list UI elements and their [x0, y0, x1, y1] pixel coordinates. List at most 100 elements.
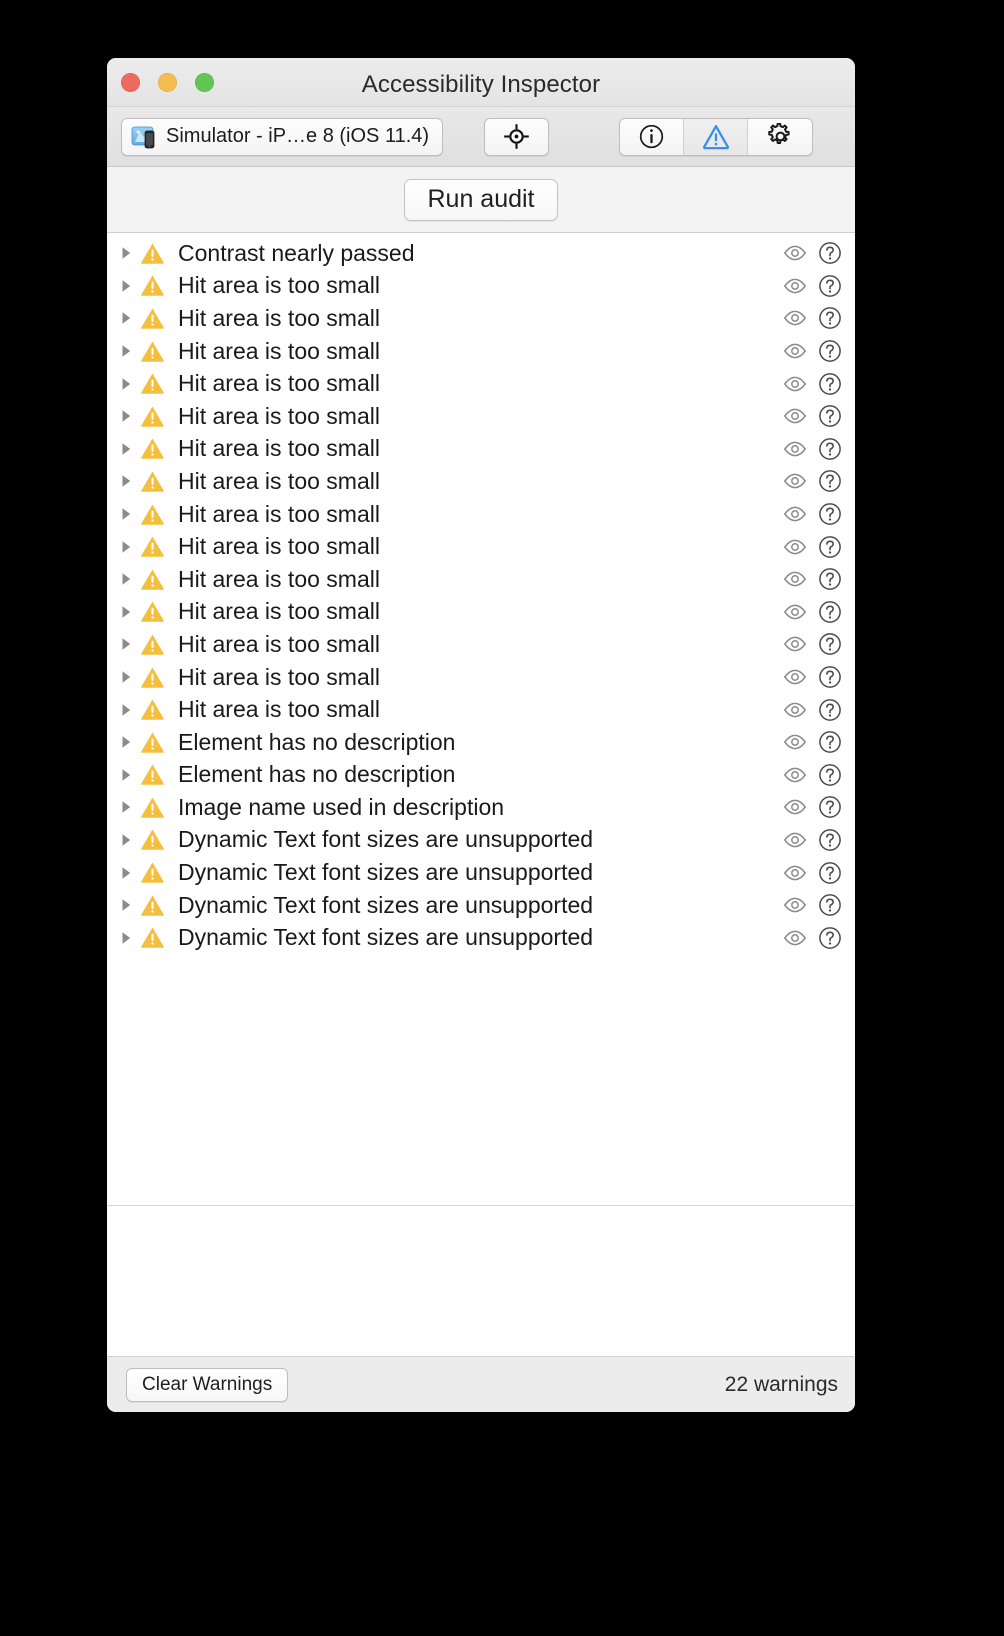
eye-icon[interactable] — [783, 698, 807, 722]
question-mark-circle-icon[interactable] — [818, 632, 842, 656]
eye-icon[interactable] — [783, 730, 807, 754]
warning-row[interactable]: Dynamic Text font sizes are unsupported — [107, 889, 855, 922]
disclosure-triangle-icon[interactable] — [116, 634, 136, 654]
tab-settings[interactable] — [748, 119, 812, 155]
disclosure-triangle-icon[interactable] — [116, 732, 136, 752]
eye-icon[interactable] — [783, 763, 807, 787]
eye-icon[interactable] — [783, 795, 807, 819]
disclosure-triangle-icon[interactable] — [116, 504, 136, 524]
disclosure-triangle-icon[interactable] — [116, 243, 136, 263]
disclosure-triangle-icon[interactable] — [116, 569, 136, 589]
eye-icon[interactable] — [783, 404, 807, 428]
eye-icon[interactable] — [783, 665, 807, 689]
disclosure-triangle-icon[interactable] — [116, 537, 136, 557]
question-mark-circle-icon[interactable] — [818, 861, 842, 885]
eye-icon[interactable] — [783, 372, 807, 396]
run-audit-button[interactable]: Run audit — [404, 178, 558, 221]
eye-icon[interactable] — [783, 241, 807, 265]
warning-row[interactable]: Dynamic Text font sizes are unsupported — [107, 824, 855, 857]
question-mark-circle-icon[interactable] — [818, 567, 842, 591]
tab-info[interactable] — [620, 118, 685, 155]
warning-row[interactable]: Contrast nearly passed — [107, 237, 855, 270]
disclosure-triangle-icon[interactable] — [116, 863, 136, 883]
warning-row[interactable]: Hit area is too small — [107, 400, 855, 433]
disclosure-triangle-icon[interactable] — [116, 341, 136, 361]
warning-row[interactable]: Hit area is too small — [107, 596, 855, 629]
eye-icon[interactable] — [783, 306, 807, 330]
disclosure-triangle-icon[interactable] — [116, 439, 136, 459]
disclosure-triangle-icon[interactable] — [116, 471, 136, 491]
warning-triangle-icon — [136, 925, 165, 950]
question-mark-circle-icon[interactable] — [818, 763, 842, 787]
tab-audit[interactable] — [684, 118, 749, 155]
disclosure-triangle-icon[interactable] — [116, 700, 136, 720]
warning-row[interactable]: Hit area is too small — [107, 628, 855, 661]
eye-icon[interactable] — [783, 861, 807, 885]
warning-row[interactable]: Hit area is too small — [107, 302, 855, 335]
warning-row[interactable]: Hit area is too small — [107, 335, 855, 368]
eye-icon[interactable] — [783, 339, 807, 363]
disclosure-triangle-icon[interactable] — [116, 895, 136, 915]
warning-row[interactable]: Hit area is too small — [107, 661, 855, 694]
warning-row[interactable]: Hit area is too small — [107, 563, 855, 596]
eye-icon[interactable] — [783, 502, 807, 526]
warning-triangle-icon — [136, 273, 165, 298]
warning-row-label: Hit area is too small — [178, 500, 380, 527]
question-mark-circle-icon[interactable] — [818, 730, 842, 754]
disclosure-triangle-icon[interactable] — [116, 830, 136, 850]
disclosure-triangle-icon[interactable] — [116, 406, 136, 426]
eye-icon[interactable] — [783, 535, 807, 559]
question-mark-circle-icon[interactable] — [818, 274, 842, 298]
question-mark-circle-icon[interactable] — [818, 535, 842, 559]
clear-warnings-button[interactable]: Clear Warnings — [126, 1367, 289, 1402]
eye-icon[interactable] — [783, 437, 807, 461]
eye-icon[interactable] — [783, 893, 807, 917]
eye-icon[interactable] — [783, 926, 807, 950]
warning-row[interactable]: Hit area is too small — [107, 530, 855, 563]
question-mark-circle-icon[interactable] — [818, 437, 842, 461]
warning-row[interactable]: Hit area is too small — [107, 367, 855, 400]
warning-row[interactable]: Hit area is too small — [107, 498, 855, 531]
warning-row[interactable]: Hit area is too small — [107, 270, 855, 303]
disclosure-triangle-icon[interactable] — [116, 276, 136, 296]
disclosure-triangle-icon[interactable] — [116, 308, 136, 328]
disclosure-triangle-icon[interactable] — [116, 928, 136, 948]
question-mark-circle-icon[interactable] — [818, 828, 842, 852]
warning-row-label: Element has no description — [178, 728, 456, 755]
warning-row[interactable]: Dynamic Text font sizes are unsupported — [107, 856, 855, 889]
question-mark-circle-icon[interactable] — [818, 502, 842, 526]
device-selector-button[interactable]: Simulator - iP…e 8 (iOS 11.4) — [121, 117, 444, 156]
question-mark-circle-icon[interactable] — [818, 698, 842, 722]
disclosure-triangle-icon[interactable] — [116, 765, 136, 785]
eye-icon[interactable] — [783, 274, 807, 298]
warning-row[interactable]: Hit area is too small — [107, 693, 855, 726]
eye-icon[interactable] — [783, 600, 807, 624]
question-mark-circle-icon[interactable] — [818, 665, 842, 689]
warning-row[interactable]: Element has no description — [107, 726, 855, 759]
question-mark-circle-icon[interactable] — [818, 600, 842, 624]
eye-icon[interactable] — [783, 469, 807, 493]
question-mark-circle-icon[interactable] — [818, 926, 842, 950]
warning-row[interactable]: Element has no description — [107, 759, 855, 792]
question-mark-circle-icon[interactable] — [818, 306, 842, 330]
question-mark-circle-icon[interactable] — [818, 893, 842, 917]
warning-row[interactable]: Hit area is too small — [107, 433, 855, 466]
disclosure-triangle-icon[interactable] — [116, 602, 136, 622]
question-mark-circle-icon[interactable] — [818, 469, 842, 493]
eye-icon[interactable] — [783, 828, 807, 852]
warning-row[interactable]: Hit area is too small — [107, 465, 855, 498]
question-mark-circle-icon[interactable] — [818, 404, 842, 428]
question-mark-circle-icon[interactable] — [818, 795, 842, 819]
question-mark-circle-icon[interactable] — [818, 372, 842, 396]
warning-row[interactable]: Dynamic Text font sizes are unsupported — [107, 921, 855, 954]
question-mark-circle-icon[interactable] — [818, 241, 842, 265]
disclosure-triangle-icon[interactable] — [116, 667, 136, 687]
warning-list[interactable]: Contrast nearly passed Hit area is too sm… — [107, 233, 855, 1205]
disclosure-triangle-icon[interactable] — [116, 374, 136, 394]
warning-row[interactable]: Image name used in description — [107, 791, 855, 824]
eye-icon[interactable] — [783, 567, 807, 591]
question-mark-circle-icon[interactable] — [818, 339, 842, 363]
disclosure-triangle-icon[interactable] — [116, 797, 136, 817]
eye-icon[interactable] — [783, 632, 807, 656]
inspection-pointer-button[interactable] — [484, 117, 550, 156]
